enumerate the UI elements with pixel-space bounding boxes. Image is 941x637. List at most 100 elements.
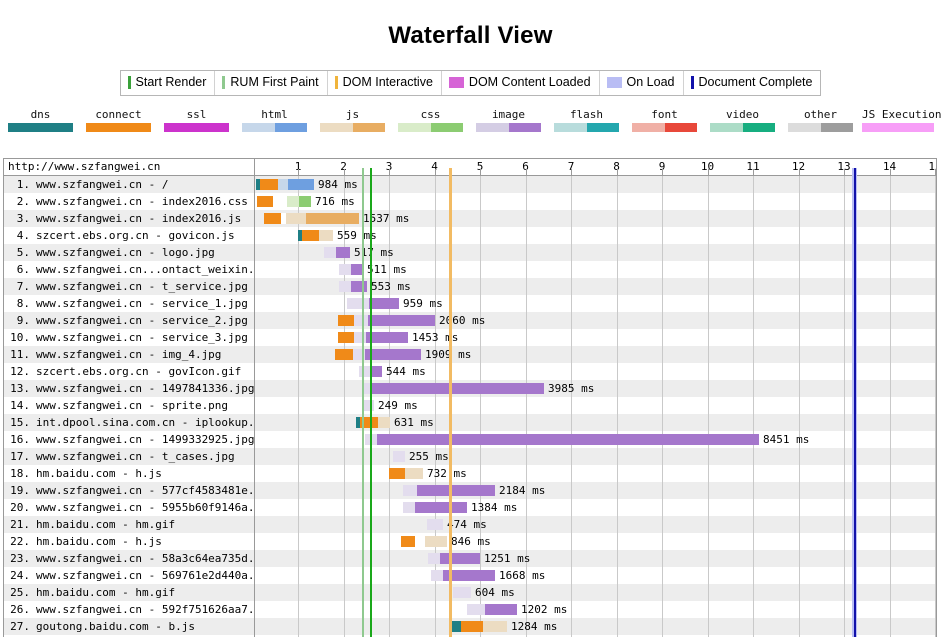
request-bar[interactable] [264, 213, 359, 224]
request-bar[interactable] [257, 196, 311, 207]
request-url[interactable]: szcert.ebs.org.cn - govicon.js [30, 229, 235, 242]
request-label[interactable]: 15.int.dpool.sina.com.cn - iplookup.php [4, 414, 254, 431]
request-bar[interactable] [451, 621, 507, 632]
table-row[interactable]: 21.hm.baidu.com - hm.gif474 ms [4, 516, 936, 533]
request-url[interactable]: www.szfangwei.cn - 1499332925.jpg [30, 433, 254, 446]
request-bar[interactable] [339, 281, 367, 292]
request-label[interactable]: 27.goutong.baidu.com - b.js [4, 618, 254, 635]
table-row[interactable]: 11.www.szfangwei.cn - img_4.jpg1909 ms [4, 346, 936, 363]
request-url[interactable]: www.szfangwei.cn - t_service.jpg [30, 280, 248, 293]
request-label[interactable]: 22.hm.baidu.com - h.js [4, 533, 254, 550]
request-label[interactable]: 19.www.szfangwei.cn - 577cf4583481e.jpg [4, 482, 254, 499]
table-row[interactable]: 17.www.szfangwei.cn - t_cases.jpg255 ms [4, 448, 936, 465]
request-bar[interactable] [403, 502, 467, 513]
request-label[interactable]: 1.www.szfangwei.cn - / [4, 176, 254, 193]
waterfall-rows[interactable]: 1.www.szfangwei.cn - /984 ms2.www.szfang… [4, 176, 936, 637]
table-row[interactable]: 10.www.szfangwei.cn - service_3.jpg1453 … [4, 329, 936, 346]
request-label[interactable]: 3.www.szfangwei.cn - index2016.js [4, 210, 254, 227]
table-row[interactable]: 5.www.szfangwei.cn - logo.jpg517 ms [4, 244, 936, 261]
table-row[interactable]: 9.www.szfangwei.cn - service_2.jpg2060 m… [4, 312, 936, 329]
request-url[interactable]: hm.baidu.com - h.js [30, 535, 162, 548]
request-label[interactable]: 4.szcert.ebs.org.cn - govicon.js [4, 227, 254, 244]
request-url[interactable]: www.szfangwei.cn - / [30, 178, 168, 191]
request-bar[interactable] [339, 264, 363, 275]
request-bar[interactable] [338, 315, 435, 326]
request-label[interactable]: 14.www.szfangwei.cn - sprite.png [4, 397, 254, 414]
request-url[interactable]: www.szfangwei.cn...ontact_weixin.jpg [30, 263, 254, 276]
request-bar[interactable] [324, 247, 350, 258]
request-label[interactable]: 17.www.szfangwei.cn - t_cases.jpg [4, 448, 254, 465]
request-label[interactable]: 25.hm.baidu.com - hm.gif [4, 584, 254, 601]
request-bar[interactable] [389, 468, 423, 479]
request-bar[interactable] [453, 587, 471, 598]
request-url[interactable]: www.szfangwei.cn - sprite.png [30, 399, 228, 412]
table-row[interactable]: 25.hm.baidu.com - hm.gif604 ms [4, 584, 936, 601]
request-url[interactable]: www.szfangwei.cn - 577cf4583481e.jpg [30, 484, 254, 497]
request-bar[interactable] [393, 451, 405, 462]
request-label[interactable]: 5.www.szfangwei.cn - logo.jpg [4, 244, 254, 261]
request-url[interactable]: www.szfangwei.cn - 5955b60f9146a.jpg [30, 501, 254, 514]
table-row[interactable]: 15.int.dpool.sina.com.cn - iplookup.php6… [4, 414, 936, 431]
request-label[interactable]: 18.hm.baidu.com - h.js [4, 465, 254, 482]
request-bar[interactable] [338, 332, 408, 343]
table-row[interactable]: 26.www.szfangwei.cn - 592f751626aa7.jpg1… [4, 601, 936, 618]
request-bar[interactable] [428, 553, 480, 564]
request-bar[interactable] [356, 417, 390, 428]
request-bar[interactable] [431, 570, 495, 581]
request-url[interactable]: www.szfangwei.cn - index2016.css [30, 195, 248, 208]
request-url[interactable]: www.szfangwei.cn - 592f751626aa7.jpg [30, 603, 254, 616]
table-row[interactable]: 16.www.szfangwei.cn - 1499332925.jpg8451… [4, 431, 936, 448]
request-url[interactable]: www.szfangwei.cn - img_4.jpg [30, 348, 221, 361]
request-url[interactable]: www.szfangwei.cn - 569761e2d440a.jpg [30, 569, 254, 582]
request-bar[interactable] [401, 536, 447, 547]
request-url[interactable]: www.szfangwei.cn - service_1.jpg [30, 297, 248, 310]
request-label[interactable]: 24.www.szfangwei.cn - 569761e2d440a.jpg [4, 567, 254, 584]
request-url[interactable]: www.szfangwei.cn - service_3.jpg [30, 331, 248, 344]
request-bar[interactable] [335, 349, 421, 360]
table-row[interactable]: 22.hm.baidu.com - h.js846 ms [4, 533, 936, 550]
request-bar[interactable] [298, 230, 333, 241]
request-bar[interactable] [363, 383, 544, 394]
table-row[interactable]: 23.www.szfangwei.cn - 58a3c64ea735d.jpg1… [4, 550, 936, 567]
table-row[interactable]: 1.www.szfangwei.cn - /984 ms [4, 176, 936, 193]
request-url[interactable]: www.szfangwei.cn - index2016.js [30, 212, 241, 225]
request-label[interactable]: 16.www.szfangwei.cn - 1499332925.jpg [4, 431, 254, 448]
request-label[interactable]: 20.www.szfangwei.cn - 5955b60f9146a.jpg [4, 499, 254, 516]
request-url[interactable]: www.szfangwei.cn - logo.jpg [30, 246, 215, 259]
request-label[interactable]: 21.hm.baidu.com - hm.gif [4, 516, 254, 533]
waterfall-table[interactable]: http://www.szfangwei.cn 1234567891011121… [3, 158, 937, 637]
request-url[interactable]: www.szfangwei.cn - t_cases.jpg [30, 450, 235, 463]
request-label[interactable]: 12.szcert.ebs.org.cn - govIcon.gif [4, 363, 254, 380]
table-row[interactable]: 19.www.szfangwei.cn - 577cf4583481e.jpg2… [4, 482, 936, 499]
table-row[interactable]: 14.www.szfangwei.cn - sprite.png249 ms [4, 397, 936, 414]
request-bar[interactable] [365, 434, 759, 445]
table-row[interactable]: 7.www.szfangwei.cn - t_service.jpg553 ms [4, 278, 936, 295]
request-label[interactable]: 7.www.szfangwei.cn - t_service.jpg [4, 278, 254, 295]
request-label[interactable]: 26.www.szfangwei.cn - 592f751626aa7.jpg [4, 601, 254, 618]
request-url[interactable]: hm.baidu.com - hm.gif [30, 586, 175, 599]
request-url[interactable]: www.szfangwei.cn - 1497841336.jpg [30, 382, 254, 395]
table-row[interactable]: 12.szcert.ebs.org.cn - govIcon.gif544 ms [4, 363, 936, 380]
table-row[interactable]: 4.szcert.ebs.org.cn - govicon.js559 ms [4, 227, 936, 244]
table-row[interactable]: 2.www.szfangwei.cn - index2016.css716 ms [4, 193, 936, 210]
request-url[interactable]: szcert.ebs.org.cn - govIcon.gif [30, 365, 241, 378]
request-label[interactable]: 9.www.szfangwei.cn - service_2.jpg [4, 312, 254, 329]
table-row[interactable]: 20.www.szfangwei.cn - 5955b60f9146a.jpg1… [4, 499, 936, 516]
table-row[interactable]: 13.www.szfangwei.cn - 1497841336.jpg3985… [4, 380, 936, 397]
request-bar[interactable] [347, 298, 399, 309]
request-bar[interactable] [403, 485, 495, 496]
request-label[interactable]: 8.www.szfangwei.cn - service_1.jpg [4, 295, 254, 312]
request-bar[interactable] [427, 519, 443, 530]
request-bar[interactable] [363, 400, 374, 411]
request-bar[interactable] [256, 179, 314, 190]
request-label[interactable]: 6.www.szfangwei.cn...ontact_weixin.jpg [4, 261, 254, 278]
request-url[interactable]: hm.baidu.com - hm.gif [30, 518, 175, 531]
request-url[interactable]: hm.baidu.com - h.js [30, 467, 162, 480]
request-url[interactable]: www.szfangwei.cn - service_2.jpg [30, 314, 248, 327]
request-label[interactable]: 2.www.szfangwei.cn - index2016.css [4, 193, 254, 210]
table-row[interactable]: 6.www.szfangwei.cn...ontact_weixin.jpg51… [4, 261, 936, 278]
request-label[interactable]: 23.www.szfangwei.cn - 58a3c64ea735d.jpg [4, 550, 254, 567]
table-row[interactable]: 27.goutong.baidu.com - b.js1284 ms [4, 618, 936, 635]
table-row[interactable]: 8.www.szfangwei.cn - service_1.jpg959 ms [4, 295, 936, 312]
request-url[interactable]: www.szfangwei.cn - 58a3c64ea735d.jpg [30, 552, 254, 565]
